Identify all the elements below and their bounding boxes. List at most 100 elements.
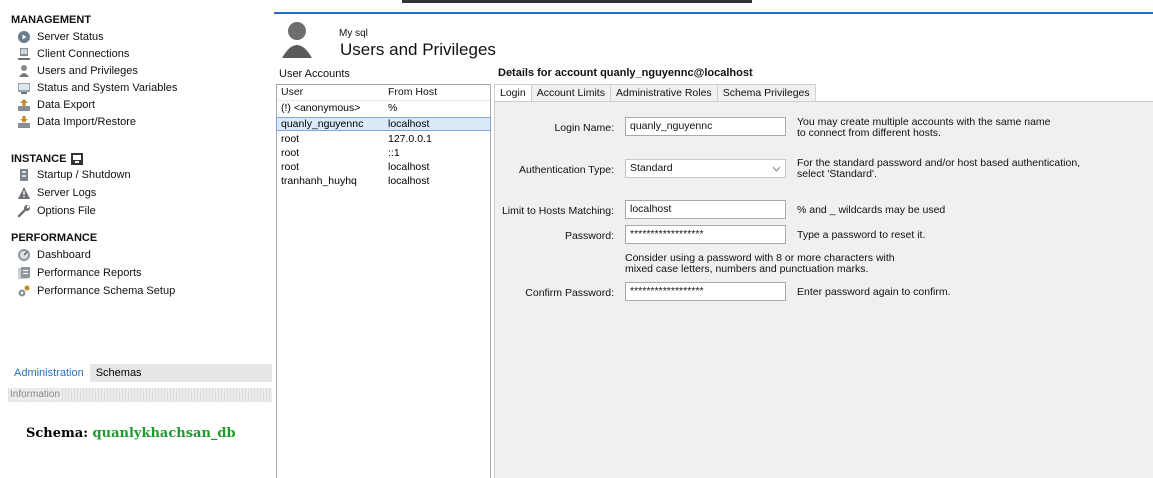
instance-section-title: INSTANCE <box>11 152 84 166</box>
nav-status-and-system-variables[interactable]: Status and System Variables <box>17 79 177 96</box>
cell-user: root <box>281 161 300 173</box>
dashboard-icon <box>17 248 31 262</box>
nav-label: Server Logs <box>37 186 97 199</box>
login-name-label: Login Name: <box>554 122 614 134</box>
tab-schema-privileges[interactable]: Schema Privileges <box>716 84 816 102</box>
nav-client-connections[interactable]: Client Connections <box>17 45 129 62</box>
information-panel-header[interactable]: Information <box>8 388 272 402</box>
nav-label: Data Export <box>37 98 96 111</box>
nav-server-status[interactable]: Server Status <box>17 28 104 45</box>
nav-label: Startup / Shutdown <box>37 168 131 181</box>
nav-data-import-restore[interactable]: Data Import/Restore <box>17 113 136 130</box>
confirm-password-help: Enter password again to confirm. <box>797 286 951 298</box>
nav-server-logs[interactable]: Server Logs <box>17 184 96 201</box>
export-icon <box>17 98 31 112</box>
nav-options-file[interactable]: Options File <box>17 202 96 219</box>
login-name-help: You may create multiple accounts with th… <box>797 116 1051 139</box>
auth-type-select[interactable]: Standard <box>625 159 786 178</box>
tab-administration[interactable]: Administration <box>8 364 90 382</box>
page-title: Users and Privileges <box>340 40 496 59</box>
hosts-matching-field[interactable]: localhost <box>625 200 786 219</box>
client-connections-icon <box>17 47 31 61</box>
tab-account-limits[interactable]: Account Limits <box>530 84 611 102</box>
nav-label: Status and System Variables <box>37 81 178 94</box>
schema-label: Schema: <box>26 426 89 441</box>
header-divider <box>277 100 490 101</box>
warning-icon <box>17 186 31 200</box>
table-row[interactable]: root ::1 <box>277 147 490 159</box>
connection-name: My sql <box>339 28 368 39</box>
variables-icon <box>17 81 31 95</box>
schema-info: Schema: quanlykhachsan_db <box>26 426 236 441</box>
startup-icon <box>17 168 31 182</box>
auth-type-value: Standard <box>630 162 673 174</box>
column-header-from-host[interactable]: From Host <box>388 85 437 100</box>
hosts-matching-label: Limit to Hosts Matching: <box>501 205 614 217</box>
confirm-password-label: Confirm Password: <box>525 287 614 299</box>
cell-user: root <box>281 133 300 145</box>
wrench-icon <box>17 204 31 218</box>
cell-host: 127.0.0.1 <box>388 133 432 145</box>
sidebar-tab-bar: Administration Schemas <box>8 364 272 382</box>
nav-label: Dashboard <box>37 248 91 261</box>
cell-host: % <box>388 102 398 114</box>
table-row[interactable]: root localhost <box>277 161 490 173</box>
nav-label: Client Connections <box>37 47 130 60</box>
password-help: Type a password to reset it. <box>797 229 926 241</box>
column-header-user[interactable]: User <box>281 85 303 100</box>
nav-performance-reports[interactable]: Performance Reports <box>17 264 142 281</box>
detail-tab-bar: Login Account Limits Administrative Role… <box>494 84 816 103</box>
auth-type-label: Authentication Type: <box>519 164 614 176</box>
users-icon <box>17 64 31 78</box>
confirm-password-field[interactable]: ****************** <box>625 282 786 301</box>
login-tab-panel: Login Name: quanly_nguyennc You may crea… <box>494 101 1153 478</box>
user-accounts-table[interactable]: User From Host (!) <anonymous> % quanly_… <box>276 84 491 478</box>
import-icon <box>17 115 31 129</box>
cell-user: tranhanh_huyhq <box>281 175 357 187</box>
nav-startup-shutdown[interactable]: Startup / Shutdown <box>17 166 131 183</box>
nav-label: Performance Schema Setup <box>37 284 176 297</box>
chevron-down-icon <box>769 160 783 177</box>
user-silhouette-icon <box>282 22 312 58</box>
cell-host: localhost <box>388 175 430 187</box>
nav-users-and-privileges[interactable]: Users and Privileges <box>17 62 138 79</box>
nav-label: Server Status <box>37 30 104 43</box>
account-details-title: Details for account quanly_nguyennc@loca… <box>498 67 753 79</box>
table-row[interactable]: root 127.0.0.1 <box>277 133 490 145</box>
nav-label: Users and Privileges <box>37 64 138 77</box>
tab-schemas[interactable]: Schemas <box>90 364 148 382</box>
table-row[interactable]: tranhanh_huyhq localhost <box>277 175 490 187</box>
cell-user: (!) <anonymous> <box>281 102 361 114</box>
page-header: My sql Users and Privileges <box>280 18 580 62</box>
cell-user: quanly_nguyennc <box>281 118 364 130</box>
nav-data-export[interactable]: Data Export <box>17 96 95 113</box>
user-accounts-label: User Accounts <box>279 68 350 80</box>
password-hint: Consider using a password with 8 or more… <box>625 252 895 275</box>
password-field[interactable]: ****************** <box>625 225 786 244</box>
table-row[interactable]: (!) <anonymous> % <box>277 102 490 114</box>
schema-setup-icon <box>17 284 31 298</box>
nav-performance-schema-setup[interactable]: Performance Schema Setup <box>17 282 175 299</box>
nav-label: Data Import/Restore <box>37 115 137 128</box>
nav-dashboard[interactable]: Dashboard <box>17 246 91 263</box>
instance-status-icon <box>70 152 84 166</box>
nav-label: Options File <box>37 204 96 217</box>
server-status-icon <box>17 30 31 44</box>
tab-administrative-roles[interactable]: Administrative Roles <box>609 84 718 102</box>
cell-user: root <box>281 147 300 159</box>
active-tab-indicator <box>402 0 752 3</box>
cell-host: ::1 <box>388 147 400 159</box>
schema-value: quanlykhachsan_db <box>92 426 236 441</box>
navigator-sidebar: MANAGEMENT Server Status Client Connecti… <box>8 8 272 478</box>
login-name-field[interactable]: quanly_nguyennc <box>625 117 786 136</box>
nav-label: Performance Reports <box>37 266 142 279</box>
management-section-title: MANAGEMENT <box>11 14 92 26</box>
password-label: Password: <box>564 230 614 242</box>
cell-host: localhost <box>388 118 430 130</box>
cell-host: localhost <box>388 161 430 173</box>
table-row-selected[interactable]: quanly_nguyennc localhost <box>276 117 491 131</box>
performance-section-title: PERFORMANCE <box>11 232 98 244</box>
hosts-matching-help: % and _ wildcards may be used <box>797 204 946 216</box>
reports-icon <box>17 266 31 280</box>
auth-type-help: For the standard password and/or host ba… <box>797 157 1081 180</box>
